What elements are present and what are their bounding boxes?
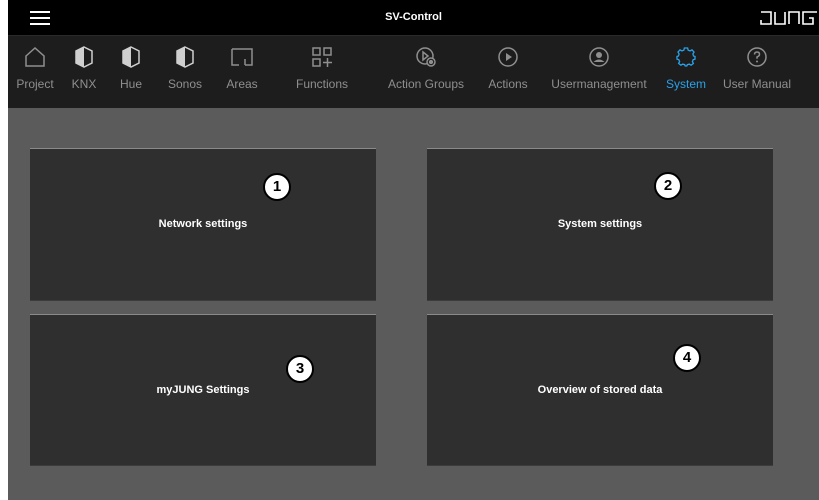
nav-label: System: [665, 77, 706, 91]
action-groups-icon: [416, 47, 436, 67]
nav-label: Sonos: [167, 77, 203, 91]
app-title: SV-Control: [385, 11, 442, 23]
callout-marker: 4: [673, 344, 701, 372]
nav-item-action-groups[interactable]: Action Groups: [374, 36, 478, 108]
tile-label: Overview of stored data: [537, 384, 663, 396]
nav-item-hue[interactable]: Hue: [106, 36, 156, 108]
jung-logo: [760, 11, 817, 25]
callout-marker: 1: [263, 173, 291, 201]
nav-label: Project: [16, 77, 54, 91]
tile-label: Network settings: [158, 218, 248, 230]
areas-icon: [231, 48, 253, 66]
system-settings-tile[interactable]: System settings 2: [427, 148, 773, 300]
nav-item-user-manual[interactable]: User Manual: [712, 36, 802, 108]
callout-marker: 3: [286, 355, 314, 383]
myjung-settings-tile[interactable]: myJUNG Settings 3: [30, 314, 376, 465]
nav-item-project[interactable]: Project: [8, 36, 62, 108]
nav-item-actions[interactable]: Actions: [478, 36, 538, 108]
nav-item-functions[interactable]: Functions: [270, 36, 374, 108]
nav-item-system[interactable]: System: [660, 36, 712, 108]
network-settings-tile[interactable]: Network settings 1: [30, 148, 376, 300]
nav-label: User Manual: [722, 77, 792, 91]
nav-label: Actions: [488, 77, 528, 91]
nav-item-knx[interactable]: KNX: [62, 36, 106, 108]
functions-icon: [312, 47, 332, 67]
main-navigation: Project KNX Hue Sonos Areas Functions Ac…: [8, 36, 819, 108]
app-window: SV-Control Project KNX Hue Sonos Areas F…: [8, 0, 819, 500]
nav-label: Areas: [226, 77, 258, 91]
gear-icon: [676, 47, 696, 67]
nav-item-sonos[interactable]: Sonos: [156, 36, 214, 108]
nav-label: Hue: [119, 77, 142, 91]
nav-label: Usermanagement: [551, 77, 647, 91]
tile-label: myJUNG Settings: [156, 384, 250, 396]
help-icon: [747, 47, 767, 67]
nav-item-areas[interactable]: Areas: [214, 36, 270, 108]
knx-icon: [75, 46, 93, 68]
nav-label: Action Groups: [387, 77, 465, 91]
callout-marker: 2: [654, 172, 682, 200]
nav-label: Functions: [295, 77, 349, 91]
stored-data-overview-tile[interactable]: Overview of stored data 4: [427, 314, 773, 465]
nav-item-usermanagement[interactable]: Usermanagement: [538, 36, 660, 108]
nav-label: KNX: [71, 77, 97, 91]
user-icon: [589, 47, 609, 67]
title-bar: SV-Control: [8, 0, 819, 36]
home-icon: [25, 46, 45, 67]
hue-icon: [122, 46, 140, 68]
play-icon: [498, 47, 518, 67]
tile-label: System settings: [557, 218, 643, 230]
sonos-icon: [176, 46, 194, 68]
